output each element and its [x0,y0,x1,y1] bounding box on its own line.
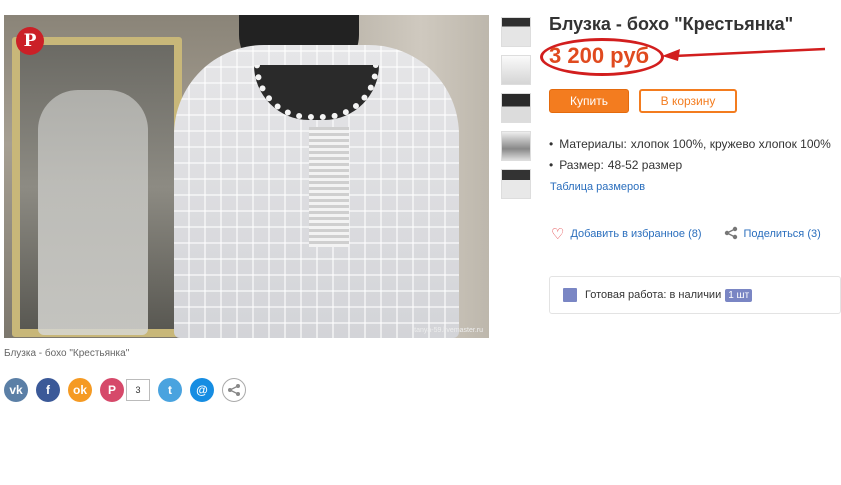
facebook-icon[interactable]: f [36,378,60,402]
pinterest-share-count: 3 [126,379,150,401]
stock-status-panel: Готовая работа: в наличии 1 шт [549,276,841,314]
twitter-icon[interactable]: t [158,378,182,402]
product-actions: ♡ Добавить в избранное (8) Поделиться (3… [551,225,821,243]
mail-icon[interactable]: @ [190,378,214,402]
spec-key: Материалы: [559,137,627,151]
stock-label: Готовая работа: в наличии [585,289,722,301]
stock-qty-badge: 1 шт [725,288,753,302]
pinterest-pin-icon[interactable]: P [16,27,44,55]
social-share-bar: vk f ok P 3 t @ [4,378,246,402]
photo-lace-panel [309,127,349,247]
spec-key: Размер: [559,158,604,172]
thumbnail-4[interactable] [501,131,531,161]
thumbnail-strip [501,17,531,199]
thumbnail-1[interactable] [501,17,531,47]
add-to-cart-button[interactable]: В корзину [639,89,737,113]
share-icon[interactable] [724,226,738,243]
photo-watermark: tanya-59.livemaster.ru [414,327,483,334]
spec-value: 48-52 размер [607,158,683,172]
mirror-reflection [38,90,148,335]
photo-mirror [12,37,182,337]
share-icon[interactable] [222,378,246,402]
product-price: 3 200 руб [549,43,650,68]
buy-button[interactable]: Купить [549,89,629,113]
product-title: Блузка - бохо "Крестьянка" [549,14,794,34]
product-main-image[interactable]: tanya-59.livemaster.ru [4,15,489,338]
arrow-annotation-icon [662,47,826,61]
spec-size: Размер:48-52 размер [549,158,831,172]
thumbnail-2[interactable] [501,55,531,85]
thumbnail-5[interactable] [501,169,531,199]
add-to-favorites-link[interactable]: Добавить в избранное (8) [570,228,701,240]
box-icon [563,288,577,302]
share-link[interactable]: Поделиться (3) [744,228,821,240]
spec-value: хлопок 100%, кружево хлопок 100% [630,137,831,151]
spec-materials: Материалы:хлопок 100%, кружево хлопок 10… [549,137,831,151]
heart-icon[interactable]: ♡ [551,225,564,243]
thumbnail-3[interactable] [501,93,531,123]
image-caption: Блузка - бохо "Крестьянка" [4,348,130,359]
vk-icon[interactable]: vk [4,378,28,402]
odnoklassniki-icon[interactable]: ok [68,378,92,402]
product-specs: Материалы:хлопок 100%, кружево хлопок 10… [549,137,831,179]
pinterest-icon[interactable]: P [100,378,124,402]
size-table-link[interactable]: Таблица размеров [550,181,645,193]
